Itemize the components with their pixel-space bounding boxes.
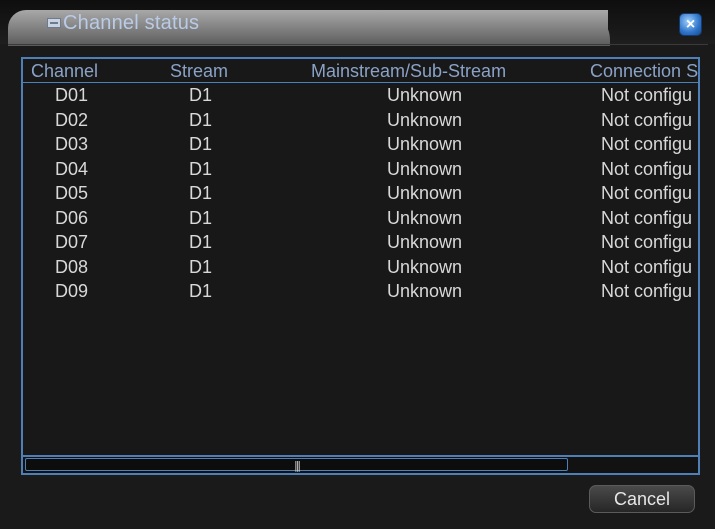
header-connection-status[interactable]: Connection S [590, 60, 698, 82]
cell-connection-status: Not configu [601, 232, 693, 252]
channel-status-dialog: Channel status × Channel Stream Mainstre… [0, 0, 715, 529]
table-header: Channel Stream Mainstream/Sub-Stream Con… [23, 59, 698, 83]
cell-stream: D1 [189, 207, 213, 228]
horizontal-scrollbar[interactable]: ||| [23, 455, 698, 473]
cell-mainstream-sub-stream: Unknown [387, 183, 463, 203]
cell-mainstream-sub-stream: Unknown [387, 281, 463, 301]
header-mainstream-sub-stream[interactable]: Mainstream/Sub-Stream [311, 60, 571, 82]
header-stream[interactable]: Stream [170, 60, 280, 82]
cell-channel: D01 [55, 85, 89, 105]
cell-mainstream-sub-stream: Unknown [387, 256, 463, 277]
cell-connection-status: Not configu [601, 134, 693, 154]
cell-connection-status: Not configu [601, 109, 693, 130]
cell-mainstream-sub-stream: Unknown [387, 158, 463, 179]
cell-stream: D1 [189, 256, 213, 277]
cell-mainstream-sub-stream: Unknown [387, 85, 463, 105]
cell-mainstream-sub-stream: Unknown [387, 109, 463, 130]
cell-channel: D03 [55, 134, 89, 154]
channel-status-table: Channel Stream Mainstream/Sub-Stream Con… [21, 57, 700, 475]
cell-stream: D1 [189, 158, 213, 179]
cell-connection-status: Not configu [601, 85, 693, 105]
cell-connection-status: Not configu [601, 256, 693, 277]
table-row[interactable]: D06 D1 Unknown Not configu [23, 206, 698, 231]
cell-connection-status: Not configu [601, 158, 693, 179]
table-row[interactable]: D05 D1 Unknown Not configu [23, 181, 698, 206]
table-row[interactable]: D04 D1 Unknown Not configu [23, 157, 698, 182]
cell-channel: D05 [55, 183, 89, 203]
table-row[interactable]: D02 D1 Unknown Not configu [23, 108, 698, 133]
cell-channel: D06 [55, 207, 89, 228]
table-row[interactable]: D09 D1 Unknown Not configu [23, 279, 698, 304]
cell-stream: D1 [189, 281, 213, 301]
table-row[interactable]: D01 D1 Unknown Not configu [23, 83, 698, 108]
cell-connection-status: Not configu [601, 183, 693, 203]
close-icon[interactable]: × [679, 13, 702, 36]
cell-channel: D02 [55, 109, 89, 130]
cell-stream: D1 [189, 232, 213, 252]
cancel-button[interactable]: Cancel [589, 485, 695, 513]
table-row[interactable]: D03 D1 Unknown Not configu [23, 132, 698, 157]
cell-channel: D04 [55, 158, 89, 179]
cell-stream: D1 [189, 183, 213, 203]
cell-channel: D09 [55, 281, 89, 301]
scrollbar-thumb[interactable]: ||| [25, 458, 568, 471]
cell-connection-status: Not configu [601, 207, 693, 228]
table-row[interactable]: D07 D1 Unknown Not configu [23, 230, 698, 255]
cell-mainstream-sub-stream: Unknown [387, 232, 463, 252]
cell-channel: D08 [55, 256, 89, 277]
cell-channel: D07 [55, 232, 89, 252]
cell-stream: D1 [189, 85, 213, 105]
title-bar: Channel status × [0, 0, 715, 46]
title-divider [8, 44, 708, 45]
header-channel[interactable]: Channel [31, 60, 141, 82]
scrollbar-grip-icon: ||| [294, 459, 301, 472]
cell-mainstream-sub-stream: Unknown [387, 134, 463, 154]
table-body: D01 D1 Unknown Not configu D02 D1 Unknown Not c… [23, 83, 698, 304]
cell-connection-status: Not configu [601, 281, 693, 301]
cell-mainstream-sub-stream: Unknown [387, 207, 463, 228]
window-icon [47, 18, 61, 28]
cell-stream: D1 [189, 109, 213, 130]
dialog-title: Channel status [63, 12, 200, 34]
table-row[interactable]: D08 D1 Unknown Not configu [23, 255, 698, 280]
cell-stream: D1 [189, 134, 213, 154]
